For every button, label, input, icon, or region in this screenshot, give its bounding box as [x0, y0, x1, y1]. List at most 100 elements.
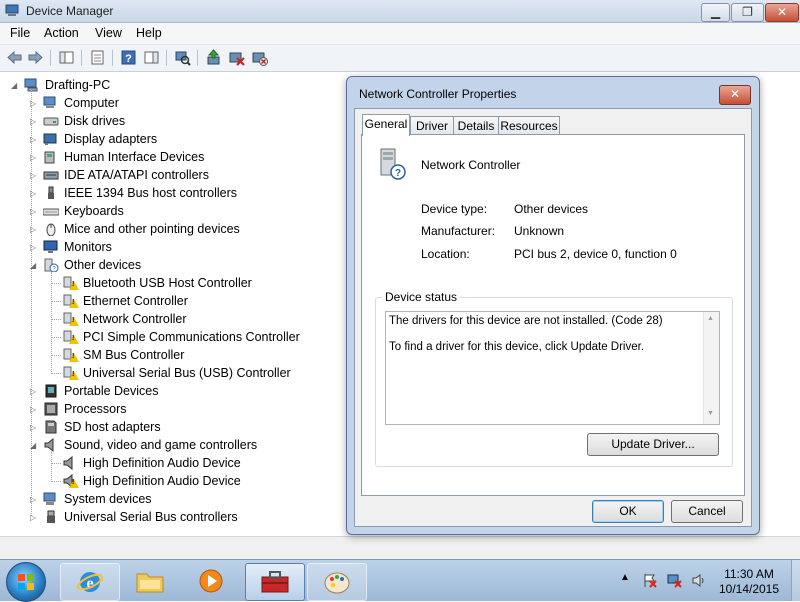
scan-hardware-icon[interactable] [174, 49, 191, 66]
back-arrow-icon[interactable] [6, 49, 23, 66]
disable-device-icon[interactable] [228, 49, 245, 66]
tree-category[interactable]: ▷ Mice and other pointing devices [0, 220, 320, 238]
tree-device[interactable]: High Definition Audio Device [0, 454, 320, 472]
action-pane-icon[interactable] [143, 49, 160, 66]
expand-arrow-icon[interactable]: ▷ [30, 225, 37, 234]
expand-arrow-icon[interactable]: ▷ [30, 135, 37, 144]
tab-resources[interactable]: Resources [498, 116, 560, 135]
collapse-arrow-icon[interactable]: ◢ [30, 441, 37, 450]
expand-arrow-icon[interactable]: ▷ [30, 207, 37, 216]
expand-arrow-icon[interactable]: ▷ [30, 405, 37, 414]
tab-general[interactable]: General [362, 114, 410, 136]
expand-arrow-icon[interactable]: ▷ [30, 117, 37, 126]
tab-details[interactable]: Details [453, 116, 499, 135]
close-button[interactable]: ✕ [765, 3, 799, 22]
tree-category[interactable]: ▷ SD host adapters [0, 418, 320, 436]
tree-category[interactable]: ▷ Processors [0, 400, 320, 418]
status-line-2: To find a driver for this device, click … [389, 341, 645, 353]
tree-category[interactable]: ▷ Monitors [0, 238, 320, 256]
cancel-button[interactable]: Cancel [671, 500, 743, 523]
tree-category[interactable]: ◢ Sound, video and game controllers [0, 436, 320, 454]
expand-arrow-icon[interactable]: ▷ [30, 153, 37, 162]
toolbar: ? [0, 45, 800, 72]
show-hidden-icons-icon[interactable]: ▲ [620, 572, 630, 583]
tree-category-label: Other devices [64, 258, 142, 272]
scroll-down-icon[interactable]: ▼ [707, 410, 714, 417]
expand-arrow-icon[interactable]: ▷ [30, 189, 37, 198]
tree-device[interactable]: High Definition Audio Device [0, 472, 320, 490]
speaker-icon [44, 438, 54, 452]
tree-category-label: IDE ATA/ATAPI controllers [64, 168, 209, 182]
taskbar-paint[interactable] [307, 563, 367, 601]
collapse-arrow-icon[interactable]: ◢ [30, 261, 37, 270]
scroll-up-icon[interactable]: ▲ [707, 315, 714, 322]
tree-device[interactable]: SM Bus Controller [0, 346, 320, 364]
taskbar-media-player[interactable] [182, 563, 240, 599]
device-status-textbox[interactable]: The drivers for this device are not inst… [385, 311, 720, 425]
tab-driver[interactable]: Driver [410, 116, 454, 135]
volume-icon[interactable] [691, 573, 706, 588]
update-driver-button[interactable]: Update Driver... [587, 433, 719, 456]
tree-category[interactable]: ▷ Computer [0, 94, 320, 112]
properties-icon[interactable] [89, 49, 106, 66]
dialog-close-button[interactable]: ✕ [719, 85, 751, 105]
tree-category[interactable]: ▷ Display adapters [0, 130, 320, 148]
minimize-button[interactable]: ▁ [701, 3, 730, 22]
tree-category[interactable]: ▷ Human Interface Devices [0, 148, 320, 166]
paint-icon [324, 572, 350, 594]
tree-device-label: Ethernet Controller [83, 294, 188, 308]
expand-arrow-icon[interactable]: ▷ [30, 99, 37, 108]
tree-device-label: PCI Simple Communications Controller [83, 330, 300, 344]
collapse-arrow-icon[interactable]: ◢ [11, 81, 18, 90]
tree-category[interactable]: ▷ Portable Devices [0, 382, 320, 400]
system-clock[interactable]: 11:30 AM 10/14/2015 [712, 567, 786, 597]
taskbar-internet-explorer[interactable]: e [60, 563, 120, 601]
tree-category-label: Disk drives [64, 114, 126, 128]
help-icon[interactable]: ? [120, 49, 137, 66]
tree-category[interactable]: ▷ IDE ATA/ATAPI controllers [0, 166, 320, 184]
forward-arrow-icon[interactable] [27, 49, 44, 66]
menu-help[interactable]: Help [136, 26, 162, 40]
tree-device[interactable]: PCI Simple Communications Controller [0, 328, 320, 346]
tree-device[interactable]: Network Controller [0, 310, 320, 328]
tree-category[interactable]: ▷ Universal Serial Bus controllers [0, 508, 320, 526]
tree-category[interactable]: ◢? Other devices [0, 256, 320, 274]
clock-time: 11:30 AM [724, 567, 774, 581]
start-button[interactable] [6, 562, 46, 602]
maximize-button[interactable]: ❐ [731, 3, 764, 22]
uninstall-device-icon[interactable] [251, 49, 268, 66]
tree-category-label: Universal Serial Bus controllers [64, 510, 238, 524]
tree-category[interactable]: ▷ Keyboards [0, 202, 320, 220]
tree-category-label: IEEE 1394 Bus host controllers [64, 186, 238, 200]
taskbar-windows-explorer[interactable] [121, 563, 179, 599]
expand-arrow-icon[interactable]: ▷ [30, 171, 37, 180]
expand-arrow-icon[interactable]: ▷ [30, 387, 37, 396]
system-devices-icon [43, 492, 56, 505]
ok-button[interactable]: OK [592, 500, 664, 523]
device-manager-icon [5, 4, 19, 16]
tree-device[interactable]: Ethernet Controller [0, 292, 320, 310]
tree-connector-line [52, 463, 61, 464]
expand-arrow-icon[interactable]: ▷ [30, 243, 37, 252]
network-icon[interactable] [667, 573, 682, 588]
expand-arrow-icon[interactable]: ▷ [30, 513, 37, 522]
menu-view[interactable]: View [95, 26, 122, 40]
tree-category[interactable]: ▷ Disk drives [0, 112, 320, 130]
show-desktop-button[interactable] [791, 560, 800, 601]
status-scrollbar[interactable]: ▲ ▼ [703, 312, 719, 424]
show-hide-tree-icon[interactable] [58, 49, 75, 66]
status-line-1: The drivers for this device are not inst… [389, 315, 663, 327]
tree-category[interactable]: ▷ System devices [0, 490, 320, 508]
menu-file[interactable]: File [10, 26, 30, 40]
taskbar: e ▲ 11:30 AM 10/14/2015 [0, 559, 800, 602]
menu-action[interactable]: Action [44, 26, 79, 40]
action-center-flag-icon[interactable] [642, 573, 657, 588]
update-driver-icon[interactable] [205, 49, 222, 66]
tree-category[interactable]: ▷ IEEE 1394 Bus host controllers [0, 184, 320, 202]
tree-device[interactable]: Universal Serial Bus (USB) Controller [0, 364, 320, 382]
taskbar-device-manager[interactable] [245, 563, 305, 601]
tree-root-node[interactable]: ◢ Drafting-PC [0, 76, 300, 94]
expand-arrow-icon[interactable]: ▷ [30, 423, 37, 432]
expand-arrow-icon[interactable]: ▷ [30, 495, 37, 504]
tree-device[interactable]: Bluetooth USB Host Controller [0, 274, 320, 292]
